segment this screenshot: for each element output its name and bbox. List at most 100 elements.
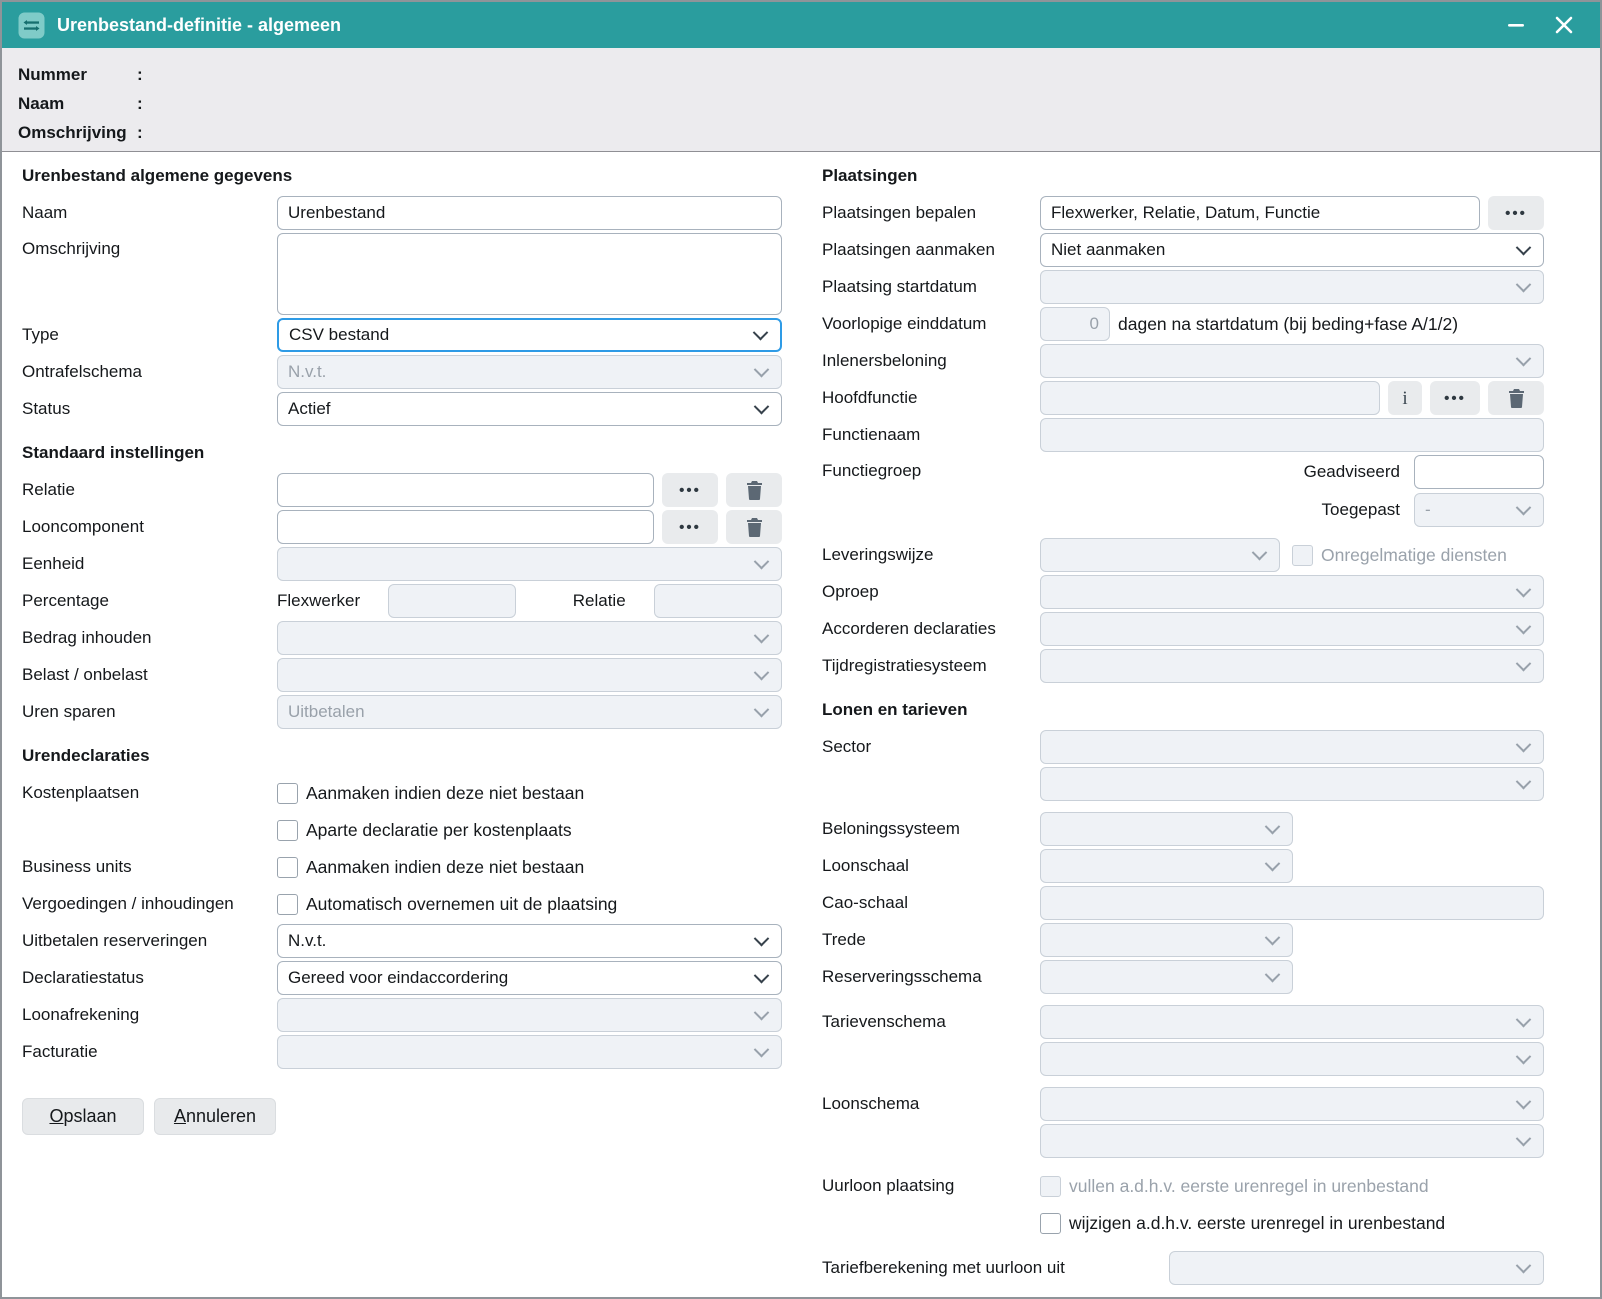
chevron-down-icon — [1516, 773, 1532, 789]
ontrafelschema-select: N.v.t. — [277, 355, 782, 389]
section-urendeclaraties: Urendeclaraties — [22, 746, 782, 766]
row-facturatie: Facturatie — [22, 1035, 782, 1069]
header-row-nummer: Nummer : — [18, 60, 1600, 89]
row-uitbetalen-reserveringen: Uitbetalen reserveringen N.v.t. — [22, 924, 782, 958]
plaatsingen-bepalen-input[interactable] — [1040, 196, 1480, 230]
plaatsingen-aanmaken-select[interactable]: Niet aanmaken — [1040, 233, 1544, 267]
window-title: Urenbestand-definitie - algemeen — [57, 15, 1486, 36]
save-button[interactable]: Opslaan — [22, 1098, 144, 1135]
chevron-down-icon — [1516, 581, 1532, 597]
tarievenschema-select — [1040, 1005, 1544, 1039]
plaatsingen-bepalen-lookup-button[interactable]: ••• — [1488, 196, 1544, 230]
type-select[interactable]: CSV bestand — [277, 318, 782, 352]
row-beloningssysteem: Beloningssysteem — [822, 812, 1544, 846]
close-button[interactable] — [1546, 10, 1582, 40]
beloningssysteem-select — [1040, 812, 1293, 846]
hoofdfunctie-clear-button[interactable] — [1488, 381, 1544, 415]
chevron-down-icon — [754, 361, 770, 377]
chevron-down-icon — [1516, 239, 1532, 255]
looncomponent-clear-button[interactable] — [726, 510, 782, 544]
chevron-down-icon — [1265, 929, 1281, 945]
dialog-buttons: Opslaan Annuleren — [22, 1098, 782, 1135]
relatie-lookup-button[interactable]: ••• — [662, 473, 718, 507]
omschrijving-textarea[interactable] — [277, 233, 782, 315]
chevron-down-icon — [1516, 1257, 1532, 1273]
looncomponent-input[interactable] — [277, 510, 654, 544]
inlenersbeloning-select — [1040, 344, 1544, 378]
chevron-down-icon — [754, 1004, 770, 1020]
row-eenheid: Eenheid — [22, 547, 782, 581]
titlebar: Urenbestand-definitie - algemeen — [2, 2, 1600, 48]
cancel-button[interactable]: Annuleren — [154, 1098, 276, 1135]
tariefberekening-select — [1169, 1251, 1544, 1285]
trash-icon — [1508, 389, 1525, 408]
omschrijving-label: Omschrijving — [18, 123, 137, 143]
uitbetalen-reserveringen-select[interactable]: N.v.t. — [277, 924, 782, 958]
row-omschrijving: Omschrijving — [22, 233, 782, 315]
looncomponent-lookup-button[interactable]: ••• — [662, 510, 718, 544]
functiegroep-toegepast-select: - — [1414, 493, 1544, 527]
chevron-down-icon — [1265, 818, 1281, 834]
chevron-down-icon — [1265, 966, 1281, 982]
row-bedrag-inhouden: Bedrag inhouden — [22, 621, 782, 655]
functiegroep-geadviseerd-input[interactable] — [1414, 455, 1544, 489]
chevron-down-icon — [753, 324, 769, 340]
naam-input[interactable] — [277, 196, 782, 230]
declaratiestatus-select[interactable]: Gereed voor eindaccordering — [277, 961, 782, 995]
nummer-label: Nummer — [18, 65, 137, 85]
chevron-down-icon — [754, 1041, 770, 1057]
voorlopige-einddatum-input — [1040, 307, 1110, 341]
ellipsis-icon: ••• — [1505, 206, 1527, 221]
row-cao-schaal: Cao-schaal — [822, 886, 1544, 920]
dialog-window: Urenbestand-definitie - algemeen Nummer … — [0, 0, 1602, 1299]
row-hoofdfunctie: Hoofdfunctie i ••• — [822, 381, 1544, 415]
uurloon-wijzigen-checkbox[interactable] — [1040, 1213, 1061, 1234]
row-sector: Sector — [822, 730, 1544, 764]
row-loonschaal: Loonschaal — [822, 849, 1544, 883]
relatie-clear-button[interactable] — [726, 473, 782, 507]
row-tarievenschema: Tarievenschema — [822, 1005, 1544, 1039]
chevron-down-icon — [1516, 1093, 1532, 1109]
row-kostenplaatsen-1: Kostenplaatsen Aanmaken indien deze niet… — [22, 776, 782, 810]
ellipsis-icon: ••• — [679, 520, 701, 535]
row-ontrafelschema: Ontrafelschema N.v.t. — [22, 355, 782, 389]
trash-icon — [746, 481, 763, 500]
minimize-button[interactable] — [1498, 10, 1534, 40]
chevron-down-icon — [754, 553, 770, 569]
trede-select — [1040, 923, 1293, 957]
row-plaatsing-startdatum: Plaatsing startdatum — [822, 270, 1544, 304]
loonschema-select — [1040, 1087, 1544, 1121]
row-plaatsingen-bepalen: Plaatsingen bepalen ••• — [822, 196, 1544, 230]
section-urenbestand-algemene-gegevens: Urenbestand algemene gegevens — [22, 166, 782, 186]
percentage-flexwerker-input — [388, 584, 516, 618]
onregelmatige-diensten-checkbox — [1292, 545, 1313, 566]
chevron-down-icon — [754, 967, 770, 983]
chevron-down-icon — [1516, 350, 1532, 366]
row-trede: Trede — [822, 923, 1544, 957]
kostenplaatsen-aanmaken-checkbox[interactable] — [277, 783, 298, 804]
row-belast-onbelast: Belast / onbelast — [22, 658, 782, 692]
section-lonen-en-tarieven: Lonen en tarieven — [822, 700, 1544, 720]
chevron-down-icon — [1265, 855, 1281, 871]
row-naam: Naam — [22, 196, 782, 230]
row-looncomponent: Looncomponent ••• — [22, 510, 782, 544]
chevron-down-icon — [1516, 618, 1532, 634]
relatie-input[interactable] — [277, 473, 654, 507]
aparte-declaratie-checkbox[interactable] — [277, 820, 298, 841]
vergoedingen-overnemen-checkbox[interactable] — [277, 894, 298, 915]
hoofdfunctie-lookup-button[interactable]: ••• — [1430, 381, 1480, 415]
cao-schaal-input — [1040, 886, 1544, 920]
row-leveringswijze: Leveringswijze Onregelmatige diensten — [822, 538, 1544, 572]
chevron-down-icon — [754, 398, 770, 414]
row-voorlopige-einddatum: Voorlopige einddatum dagen na startdatum… — [822, 307, 1544, 341]
business-units-aanmaken-checkbox[interactable] — [277, 857, 298, 878]
hoofdfunctie-info-button[interactable]: i — [1388, 381, 1422, 415]
row-uurloon-plaatsing-1: Uurloon plaatsing vullen a.d.h.v. eerste… — [822, 1169, 1544, 1203]
eenheid-select — [277, 547, 782, 581]
row-uurloon-plaatsing-2: wijzigen a.d.h.v. eerste urenregel in ur… — [822, 1206, 1544, 1240]
status-select[interactable]: Actief — [277, 392, 782, 426]
row-plaatsingen-aanmaken: Plaatsingen aanmaken Niet aanmaken — [822, 233, 1544, 267]
minimize-icon — [1506, 15, 1526, 35]
row-tijdregistratiesysteem: Tijdregistratiesysteem — [822, 649, 1544, 683]
accorderen-declaraties-select — [1040, 612, 1544, 646]
